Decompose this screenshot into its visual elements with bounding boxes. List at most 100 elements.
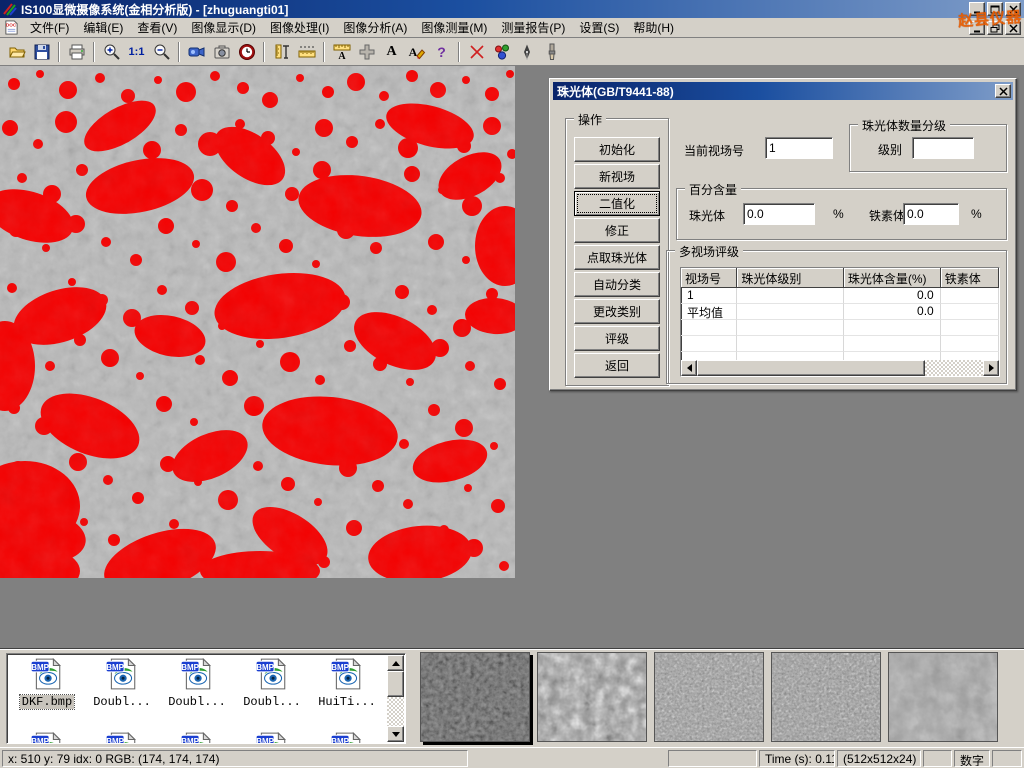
header-level[interactable]: 珠光体级别 bbox=[737, 268, 844, 288]
thumbnail-5[interactable] bbox=[888, 652, 998, 742]
level-input[interactable] bbox=[912, 137, 974, 159]
print-button[interactable] bbox=[64, 40, 89, 64]
classify-button[interactable] bbox=[489, 40, 514, 64]
bmp-file-icon bbox=[180, 657, 214, 691]
thumbnail-2[interactable] bbox=[537, 652, 647, 742]
dialog-title-bar[interactable]: 珠光体(GB/T9441-88) bbox=[553, 82, 1013, 100]
scroll-thumb[interactable] bbox=[697, 360, 925, 376]
zoom-in-button[interactable] bbox=[99, 40, 124, 64]
brush-tool-button[interactable] bbox=[539, 40, 564, 64]
text-button[interactable]: A bbox=[379, 40, 404, 64]
dialog-title: 珠光体(GB/T9441-88) bbox=[557, 83, 674, 100]
multi-view-group: 多视场评级 视场号 珠光体级别 珠光体含量(%) 铁素体 1 0.0 bbox=[666, 250, 1007, 384]
menu-edit[interactable]: 编辑(E) bbox=[76, 17, 130, 38]
scroll-up-button[interactable] bbox=[387, 655, 404, 671]
change-class-button[interactable]: 更改类别 bbox=[574, 299, 660, 324]
zoom-out-button[interactable] bbox=[149, 40, 174, 64]
scroll-right-button[interactable] bbox=[983, 360, 999, 376]
current-view-label: 当前视场号 bbox=[684, 142, 744, 159]
menu-view[interactable]: 查看(V) bbox=[130, 17, 184, 38]
pearlite-label: 珠光体 bbox=[689, 207, 725, 224]
rate-button[interactable]: 评级 bbox=[574, 326, 660, 351]
caliper-button[interactable] bbox=[269, 40, 294, 64]
toolbar-separator bbox=[323, 42, 325, 62]
scroll-track[interactable] bbox=[697, 360, 983, 376]
help-button[interactable]: ? bbox=[429, 40, 454, 64]
scroll-down-button[interactable] bbox=[387, 726, 404, 742]
thumbnail-4[interactable] bbox=[771, 652, 881, 742]
pick-pearlite-button[interactable]: 点取珠光体 bbox=[574, 245, 660, 270]
header-view[interactable]: 视场号 bbox=[681, 268, 737, 288]
file-vscrollbar[interactable] bbox=[387, 655, 404, 742]
menu-file[interactable]: 文件(F) bbox=[23, 17, 76, 38]
file-item[interactable]: DKF.bmp bbox=[11, 657, 83, 709]
file-name: HuiTi... bbox=[316, 695, 378, 709]
menu-image-analysis[interactable]: 图像分析(A) bbox=[336, 17, 414, 38]
toolbar: 1:1 A A A ? bbox=[0, 38, 1024, 66]
menu-image-processing[interactable]: 图像处理(I) bbox=[263, 17, 336, 38]
text-edit-button[interactable]: A bbox=[404, 40, 429, 64]
menu-settings[interactable]: 设置(S) bbox=[572, 17, 626, 38]
mdi-workspace: 珠光体(GB/T9441-88) 操作 初始化 新视场 二值化 修正 点取珠光体… bbox=[0, 66, 1024, 648]
pen-tool-button[interactable] bbox=[514, 40, 539, 64]
correct-button[interactable]: 修正 bbox=[574, 218, 660, 243]
vendor-watermark: 赵县仪器 bbox=[957, 6, 1022, 31]
table-hscrollbar[interactable] bbox=[681, 360, 999, 376]
header-ferrite[interactable]: 铁素体 bbox=[941, 268, 999, 288]
file-item-partial[interactable] bbox=[86, 731, 158, 744]
file-item-partial[interactable] bbox=[161, 731, 233, 744]
measure-label-button[interactable]: A bbox=[329, 40, 354, 64]
ruler-button[interactable] bbox=[294, 40, 319, 64]
file-item-partial[interactable] bbox=[311, 731, 383, 744]
clock-button[interactable] bbox=[234, 40, 259, 64]
multi-view-table: 视场号 珠光体级别 珠光体含量(%) 铁素体 1 0.0 平均值 bbox=[680, 267, 1000, 377]
file-item[interactable]: Doubl... bbox=[236, 657, 308, 709]
bmp-file-icon bbox=[255, 657, 289, 691]
menu-image-display[interactable]: 图像显示(D) bbox=[184, 17, 263, 38]
micrograph-image[interactable] bbox=[0, 66, 515, 578]
save-button[interactable] bbox=[29, 40, 54, 64]
file-item-partial[interactable] bbox=[236, 731, 308, 744]
file-name: DKF.bmp bbox=[20, 695, 74, 709]
pearlite-dialog: 珠光体(GB/T9441-88) 操作 初始化 新视场 二值化 修正 点取珠光体… bbox=[549, 78, 1017, 391]
binarize-button[interactable]: 二值化 bbox=[574, 191, 660, 216]
video-camera-button[interactable] bbox=[184, 40, 209, 64]
capture-camera-button[interactable] bbox=[209, 40, 234, 64]
ferrite-unit: % bbox=[971, 207, 982, 221]
thumbnail-3[interactable] bbox=[654, 652, 764, 742]
bmp-file-icon bbox=[30, 657, 64, 691]
scroll-thumb[interactable] bbox=[387, 671, 404, 697]
header-pearlite[interactable]: 珠光体含量(%) bbox=[844, 268, 941, 288]
init-button[interactable]: 初始化 bbox=[574, 137, 660, 162]
file-item-partial[interactable] bbox=[11, 731, 83, 744]
actual-size-button[interactable]: 1:1 bbox=[124, 40, 149, 64]
multi-view-group-label: 多视场评级 bbox=[675, 243, 743, 260]
menu-help[interactable]: 帮助(H) bbox=[626, 17, 681, 38]
auto-classify-button[interactable]: 自动分类 bbox=[574, 272, 660, 297]
ferrite-percent-input[interactable] bbox=[903, 203, 959, 225]
grid-button[interactable] bbox=[354, 40, 379, 64]
pearlite-percent-input[interactable] bbox=[743, 203, 815, 225]
file-item[interactable]: HuiTi... bbox=[311, 657, 383, 709]
return-button[interactable]: 返回 bbox=[574, 353, 660, 378]
current-view-input[interactable] bbox=[765, 137, 833, 159]
dialog-close-button[interactable] bbox=[995, 84, 1011, 98]
table-row-empty bbox=[681, 320, 999, 336]
new-view-button[interactable]: 新视场 bbox=[574, 164, 660, 189]
scroll-left-button[interactable] bbox=[681, 360, 697, 376]
curve-tool-button[interactable] bbox=[464, 40, 489, 64]
table-row[interactable]: 平均值 0.0 bbox=[681, 304, 999, 320]
thumbnail-1[interactable] bbox=[420, 652, 530, 742]
menu-measure-report[interactable]: 测量报告(P) bbox=[494, 17, 572, 38]
toolbar-separator bbox=[178, 42, 180, 62]
file-item[interactable]: Doubl... bbox=[161, 657, 233, 709]
status-mode: 数字 bbox=[954, 750, 990, 767]
table-row[interactable]: 1 0.0 bbox=[681, 288, 999, 304]
window-title: IS100显微摄像系统(金相分析版) - [zhuguangti01] bbox=[21, 1, 288, 18]
level-label: 级别 bbox=[878, 141, 902, 158]
open-button[interactable] bbox=[4, 40, 29, 64]
table-row-empty bbox=[681, 336, 999, 352]
grading-group-label: 珠光体数量分级 bbox=[858, 117, 950, 134]
file-item[interactable]: Doubl... bbox=[86, 657, 158, 709]
menu-image-measure[interactable]: 图像测量(M) bbox=[414, 17, 494, 38]
